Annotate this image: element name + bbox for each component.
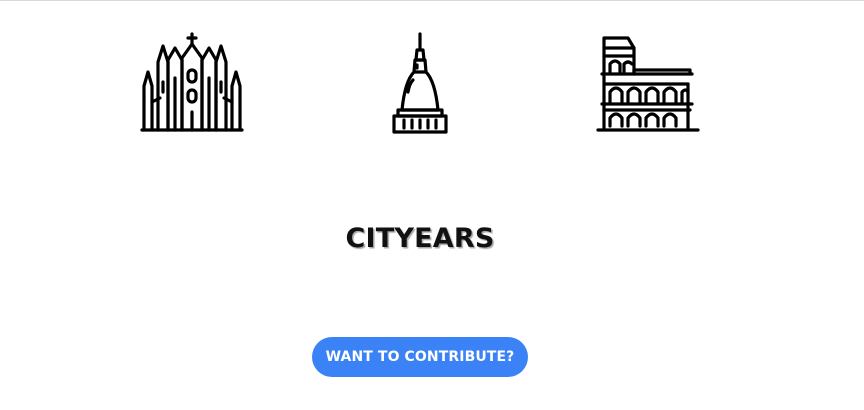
- colosseum-icon: [596, 36, 700, 132]
- mole-antonelliana-icon: [392, 32, 448, 134]
- top-divider: [0, 0, 864, 1]
- landing-page: CITYEARS WANT TO CONTRIBUTE?: [0, 0, 864, 410]
- milan-cathedral-icon: [140, 32, 244, 132]
- page-title: CITYEARS: [345, 223, 495, 254]
- contribute-button[interactable]: WANT TO CONTRIBUTE?: [312, 337, 528, 377]
